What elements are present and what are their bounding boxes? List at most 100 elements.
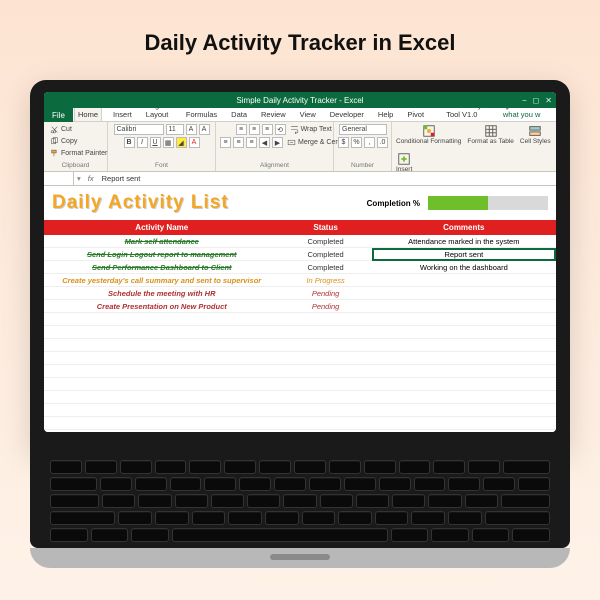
page-heading: Daily Activity Tracker in Excel — [144, 30, 455, 56]
status-cell[interactable]: Completed — [280, 250, 372, 259]
activity-cell[interactable]: Create Presentation on New Product — [44, 302, 280, 311]
font-name-select[interactable]: Calibri — [114, 124, 164, 135]
comment-cell[interactable]: Attendance marked in the system — [372, 237, 556, 246]
border-button[interactable]: ▦ — [163, 137, 174, 148]
tab-home[interactable]: Home — [74, 107, 102, 121]
sheet-title: Daily Activity List — [44, 186, 229, 220]
status-cell[interactable]: Pending — [280, 302, 372, 311]
cut-button[interactable]: Cut — [48, 124, 74, 135]
activity-cell[interactable]: Send Performance Dashboard to Client — [44, 263, 280, 272]
align-bottom-button[interactable]: ≡ — [262, 124, 273, 135]
align-right-button[interactable]: ≡ — [246, 137, 257, 148]
completion-widget: Completion % 50% — [367, 196, 548, 210]
activity-cell[interactable]: Send Login Logout report to management — [44, 250, 280, 259]
conditional-formatting-button[interactable]: Conditional Formatting — [396, 124, 461, 146]
activity-cell[interactable]: Mark self attendance — [44, 237, 280, 246]
decrease-indent-button[interactable]: ◀ — [259, 137, 270, 148]
activity-cell[interactable]: Schedule the meeting with HR — [44, 289, 280, 298]
title-bar: Simple Daily Activity Tracker - Excel − … — [44, 92, 556, 108]
clipboard-group-label: Clipboard — [48, 162, 103, 169]
name-box-dropdown-icon[interactable]: ▾ — [74, 174, 84, 183]
close-icon[interactable]: ✕ — [545, 96, 552, 105]
cell-styles-button[interactable]: Cell Styles — [520, 124, 551, 146]
align-center-button[interactable]: ≡ — [233, 137, 244, 148]
status-cell[interactable]: Completed — [280, 263, 372, 272]
table-row[interactable]: Create yesterday's call summary and sent… — [44, 274, 556, 287]
minimize-icon[interactable]: − — [522, 96, 527, 105]
maximize-icon[interactable]: ◻ — [533, 96, 540, 105]
number-format-select[interactable]: General — [339, 124, 387, 135]
window-title: Simple Daily Activity Tracker - Excel — [236, 96, 363, 105]
formula-bar: ▾ fx Report sent — [44, 172, 556, 186]
insert-cells-label: Insert — [396, 167, 412, 174]
font-group-label: Font — [112, 162, 211, 169]
table-body: Mark self attendanceCompletedAttendance … — [44, 235, 556, 313]
cut-label: Cut — [61, 126, 72, 133]
font-size-select[interactable]: 11 — [166, 124, 184, 135]
table-row[interactable]: Send Performance Dashboard to ClientComp… — [44, 261, 556, 274]
completion-bar-fill — [428, 196, 488, 210]
window-controls: − ◻ ✕ — [522, 96, 552, 105]
format-table-label: Format as Table — [467, 139, 513, 146]
empty-rows — [44, 313, 556, 432]
table-header-row: Activity Name Status Comments — [44, 220, 556, 235]
tab-insert[interactable]: Insert — [110, 108, 135, 121]
format-as-table-button[interactable]: Format as Table — [467, 124, 513, 146]
wrap-text-button[interactable]: Wrap Text — [288, 124, 334, 135]
comma-button[interactable]: , — [364, 137, 375, 148]
cell-styles-label: Cell Styles — [520, 139, 551, 146]
ribbon: Cut Copy Format Painter Clipboard Calibr… — [44, 122, 556, 172]
bold-button[interactable]: B — [124, 137, 135, 148]
increase-font-button[interactable]: A — [186, 124, 197, 135]
header-comments: Comments — [372, 223, 556, 232]
activity-cell[interactable]: Create yesterday's call summary and sent… — [44, 276, 280, 285]
comment-cell[interactable]: Report sent — [372, 248, 556, 261]
tab-view[interactable]: View — [297, 108, 319, 121]
file-menu[interactable]: File — [44, 108, 73, 122]
tab-help[interactable]: Help — [375, 108, 396, 121]
decrease-font-button[interactable]: A — [199, 124, 210, 135]
alignment-group-label: Alignment — [220, 162, 329, 169]
worksheet[interactable]: Daily Activity List Completion % 50% Act… — [44, 186, 556, 432]
excel-window: Simple Daily Activity Tracker - Excel − … — [44, 92, 556, 432]
copy-button[interactable]: Copy — [48, 136, 79, 147]
name-box[interactable] — [44, 172, 74, 185]
table-row[interactable]: Create Presentation on New ProductPendin… — [44, 300, 556, 313]
status-cell[interactable]: Completed — [280, 237, 372, 246]
status-cell[interactable]: Pending — [280, 289, 372, 298]
laptop-base — [30, 548, 570, 568]
tab-developer[interactable]: Developer — [327, 108, 367, 121]
table-row[interactable]: Send Login Logout report to managementCo… — [44, 248, 556, 261]
header-activity: Activity Name — [44, 223, 280, 232]
format-painter-button[interactable]: Format Painter — [48, 148, 109, 159]
align-left-button[interactable]: ≡ — [220, 137, 231, 148]
fx-icon[interactable]: fx — [84, 174, 98, 183]
table-row[interactable]: Schedule the meeting with HRPending — [44, 287, 556, 300]
font-color-button[interactable]: A — [189, 137, 200, 148]
header-status: Status — [280, 223, 372, 232]
increase-decimal-button[interactable]: .0 — [377, 137, 388, 148]
laptop-keyboard — [30, 450, 570, 548]
increase-indent-button[interactable]: ▶ — [272, 137, 283, 148]
currency-button[interactable]: $ — [338, 137, 349, 148]
tab-data[interactable]: Data — [228, 108, 250, 121]
formula-value[interactable]: Report sent — [98, 174, 145, 183]
wrap-text-label: Wrap Text — [301, 126, 332, 133]
fill-color-button[interactable]: ◢ — [176, 137, 187, 148]
table-row[interactable]: Mark self attendanceCompletedAttendance … — [44, 235, 556, 248]
cond-format-label: Conditional Formatting — [396, 139, 461, 146]
tab-review[interactable]: Review — [258, 108, 289, 121]
italic-button[interactable]: I — [137, 137, 148, 148]
format-painter-label: Format Painter — [61, 150, 107, 157]
align-middle-button[interactable]: ≡ — [249, 124, 260, 135]
percent-button[interactable]: % — [351, 137, 362, 148]
align-top-button[interactable]: ≡ — [236, 124, 247, 135]
completion-bar: 50% — [428, 196, 548, 210]
status-cell[interactable]: In Progress — [280, 276, 372, 285]
tab-formulas[interactable]: Formulas — [183, 108, 220, 121]
insert-cells-button[interactable]: Insert — [396, 152, 412, 174]
orientation-button[interactable]: ⟲ — [275, 124, 286, 135]
underline-button[interactable]: U — [150, 137, 161, 148]
number-group-label: Number — [338, 162, 387, 169]
comment-cell[interactable]: Working on the dashboard — [372, 263, 556, 272]
